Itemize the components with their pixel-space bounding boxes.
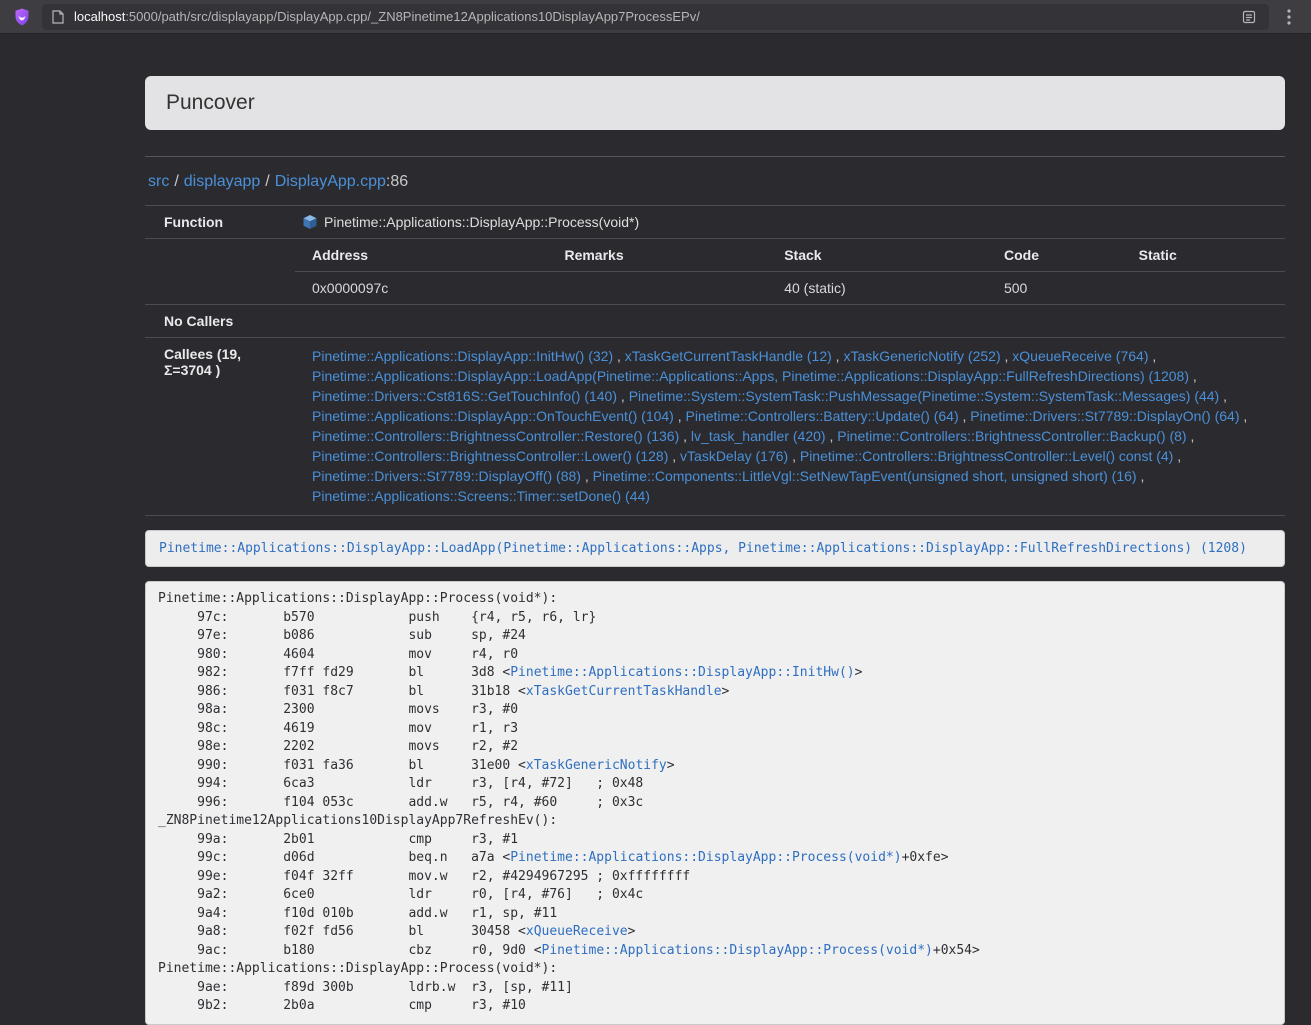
callees-list: Pinetime::Applications::DisplayApp::Init… — [295, 338, 1285, 516]
content-area: Puncover src/displayapp/DisplayApp.cpp:8… — [145, 76, 1285, 1025]
callee-separator: , — [674, 408, 686, 424]
callee-separator: , — [581, 468, 593, 484]
callee-link[interactable]: Pinetime::System::SystemTask::PushMessag… — [629, 388, 1220, 404]
callee-link[interactable]: Pinetime::Controllers::Battery::Update()… — [686, 408, 959, 424]
callee-separator: , — [832, 348, 844, 364]
code-symbol-link[interactable]: xQueueReceive — [526, 924, 628, 939]
code-symbol-link[interactable]: Pinetime::Applications::DisplayApp::Init… — [510, 665, 854, 680]
callee-link[interactable]: Pinetime::Applications::DisplayApp::OnTo… — [312, 408, 674, 424]
callee-link[interactable]: Pinetime::Controllers::BrightnessControl… — [837, 428, 1186, 444]
stats-value-stack: 40 (static) — [767, 272, 987, 305]
callee-separator: , — [1187, 428, 1195, 444]
callee-separator: , — [679, 428, 691, 444]
callee-link[interactable]: Pinetime::Drivers::St7789::DisplayOff() … — [312, 468, 581, 484]
code-symbol-link[interactable]: Pinetime::Applications::DisplayApp::Proc… — [542, 943, 933, 958]
breadcrumb-separator: / — [260, 173, 274, 190]
page-title: Puncover — [166, 91, 255, 114]
callee-link[interactable]: Pinetime::Drivers::Cst816S::GetTouchInfo… — [312, 388, 617, 404]
stats-header-code: Code — [987, 239, 1122, 272]
callee-separator: , — [826, 428, 838, 444]
callee-separator: , — [613, 348, 625, 364]
callee-link[interactable]: Pinetime::Applications::Screens::Timer::… — [312, 488, 650, 504]
function-name: Pinetime::Applications::DisplayApp::Proc… — [324, 214, 639, 230]
callee-separator: , — [1137, 468, 1145, 484]
callee-separator: , — [1240, 408, 1248, 424]
callee-separator: , — [788, 448, 800, 464]
stats-header-static: Static — [1122, 239, 1285, 272]
code-symbol-link[interactable]: xTaskGetCurrentTaskHandle — [526, 684, 722, 699]
line-number: :86 — [386, 173, 408, 190]
browser-toolbar: localhost:5000/path/src/displayapp/Displ… — [0, 0, 1311, 34]
callee-separator: , — [668, 448, 680, 464]
page-icon[interactable] — [50, 9, 66, 25]
callee-link[interactable]: Pinetime::Drivers::St7789::DisplayOn() (… — [970, 408, 1239, 424]
callee-link[interactable]: Pinetime::Controllers::BrightnessControl… — [800, 448, 1173, 464]
stats-row: Address Remarks Stack Code Static 0x0000… — [145, 239, 1285, 305]
highlighted-symbol-panel: Pinetime::Applications::DisplayApp::Load… — [145, 530, 1285, 567]
code-symbol-link[interactable]: xTaskGenericNotify — [526, 758, 667, 773]
stats-value-row: 0x0000097c 40 (static) 500 — [295, 272, 1285, 305]
callee-separator: , — [1219, 388, 1227, 404]
breadcrumb-link-displayapp[interactable]: displayapp — [184, 173, 261, 190]
callee-link[interactable]: xTaskGetCurrentTaskHandle (12) — [625, 348, 832, 364]
stats-header-stack: Stack — [767, 239, 987, 272]
callee-separator: , — [617, 388, 629, 404]
stats-header-remarks: Remarks — [547, 239, 767, 272]
callee-separator: , — [1173, 448, 1181, 464]
url-host: localhost — [74, 9, 125, 24]
callee-separator: , — [1001, 348, 1013, 364]
url-text: localhost:5000/path/src/displayapp/Displ… — [74, 9, 700, 24]
function-label: Function — [145, 206, 295, 239]
stats-value-code: 500 — [987, 272, 1122, 305]
callee-separator: , — [1189, 368, 1197, 384]
stats-table: Address Remarks Stack Code Static 0x0000… — [295, 239, 1285, 304]
callee-link[interactable]: Pinetime::Controllers::BrightnessControl… — [312, 428, 679, 444]
breadcrumb: src/displayapp/DisplayApp.cpp:86 — [145, 173, 1285, 191]
breadcrumb-link-file[interactable]: DisplayApp.cpp — [275, 173, 386, 190]
callee-separator: , — [959, 408, 971, 424]
function-row: Function Pinetime::Applications::Display… — [145, 206, 1285, 239]
breadcrumb-separator: / — [169, 173, 183, 190]
page-title-panel: Puncover — [145, 76, 1285, 130]
url-bar[interactable]: localhost:5000/path/src/displayapp/Displ… — [42, 4, 1269, 30]
stats-header-address: Address — [295, 239, 547, 272]
callee-link[interactable]: vTaskDelay (176) — [680, 448, 788, 464]
disassembly-code: Pinetime::Applications::DisplayApp::Proc… — [145, 581, 1285, 1025]
stats-value-address: 0x0000097c — [295, 272, 547, 305]
breadcrumb-link-src[interactable]: src — [148, 173, 169, 190]
callee-link[interactable]: xTaskGenericNotify (252) — [843, 348, 1000, 364]
stats-value-static — [1122, 272, 1285, 305]
url-path: :5000/path/src/displayapp/DisplayApp.cpp… — [125, 9, 700, 24]
callee-link[interactable]: Pinetime::Applications::DisplayApp::Init… — [312, 348, 613, 364]
callee-link[interactable]: Pinetime::Applications::DisplayApp::Load… — [312, 368, 1189, 384]
divider — [145, 156, 1285, 157]
symbol-cube-icon — [302, 214, 318, 230]
callee-link[interactable]: Pinetime::Components::LittleVgl::SetNewT… — [593, 468, 1137, 484]
symbol-table: Function Pinetime::Applications::Display… — [145, 205, 1285, 516]
code-symbol-link[interactable]: Pinetime::Applications::DisplayApp::Proc… — [510, 850, 901, 865]
callee-link[interactable]: Pinetime::Controllers::BrightnessControl… — [312, 448, 668, 464]
stats-row-label — [145, 239, 295, 305]
callees-row: Callees (19, Σ=3704 ) Pinetime::Applicat… — [145, 338, 1285, 516]
callees-label: Callees (19, Σ=3704 ) — [145, 338, 295, 516]
callee-link[interactable]: lv_task_handler (420) — [691, 428, 826, 444]
no-callers-row: No Callers — [145, 305, 1285, 338]
stats-value-remarks — [547, 272, 767, 305]
stats-header-row: Address Remarks Stack Code Static — [295, 239, 1285, 272]
private-browsing-shield-icon[interactable] — [10, 5, 34, 29]
kebab-menu-icon[interactable] — [1277, 5, 1301, 29]
highlighted-symbol-link[interactable]: Pinetime::Applications::DisplayApp::Load… — [159, 541, 1247, 556]
callee-separator: , — [1148, 348, 1156, 364]
no-callers-label: No Callers — [145, 305, 295, 338]
callee-link[interactable]: xQueueReceive (764) — [1012, 348, 1148, 364]
reader-view-icon[interactable] — [1237, 5, 1261, 29]
